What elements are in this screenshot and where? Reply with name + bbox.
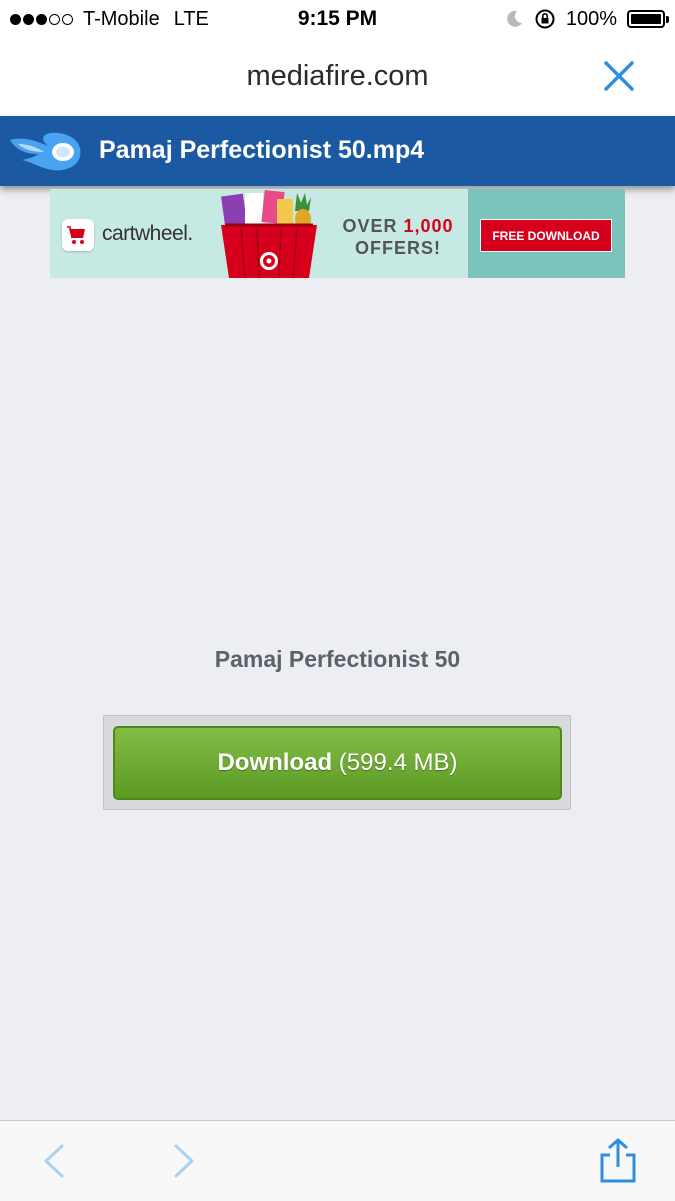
ad-free-download-button[interactable]: FREE DOWNLOAD [480, 219, 612, 252]
ad-offer-line2: OFFERS! [355, 238, 441, 258]
battery-percent: 100% [565, 8, 617, 30]
file-name: Pamaj Perfectionist 50 [214, 646, 461, 672]
close-icon[interactable] [601, 58, 637, 94]
ad-offer-prefix: OVER [342, 216, 398, 236]
browser-toolbar [0, 1120, 675, 1201]
download-button[interactable]: Download (599.4 MB) [113, 726, 562, 800]
ad-offer-text: OVER 1,000 OFFERS! [328, 215, 468, 259]
shopping-basket-icon [221, 190, 317, 278]
status-bar: T-Mobile LTE 9:15 PM 100% [0, 0, 675, 38]
file-title: Pamaj Perfectionist 50.mp4 [99, 136, 425, 164]
share-icon[interactable] [596, 1137, 640, 1185]
download-container: Download (599.4 MB) [103, 715, 571, 810]
rotation-lock-icon [535, 9, 555, 29]
chevron-left-icon[interactable] [40, 1143, 68, 1179]
battery-icon [627, 10, 669, 28]
chevron-right-icon[interactable] [170, 1143, 198, 1179]
moon-icon [507, 10, 522, 27]
url-text[interactable]: mediafire.com [0, 58, 675, 94]
status-right: 100% [504, 7, 669, 31]
mediafire-logo-icon[interactable] [8, 128, 84, 174]
ad-banner[interactable]: cartwheel. OVER 1,000 OFFERS! FREE DOWNL… [50, 189, 625, 278]
download-label: Download [217, 749, 333, 776]
download-size: (599.4 MB) [338, 749, 458, 776]
ad-offer-number: 1,000 [403, 216, 454, 236]
browser-url-bar: mediafire.com [0, 38, 675, 116]
site-header: Pamaj Perfectionist 50.mp4 [0, 116, 675, 186]
ad-brand: cartwheel. [102, 222, 193, 245]
cartwheel-logo-icon [62, 219, 94, 251]
